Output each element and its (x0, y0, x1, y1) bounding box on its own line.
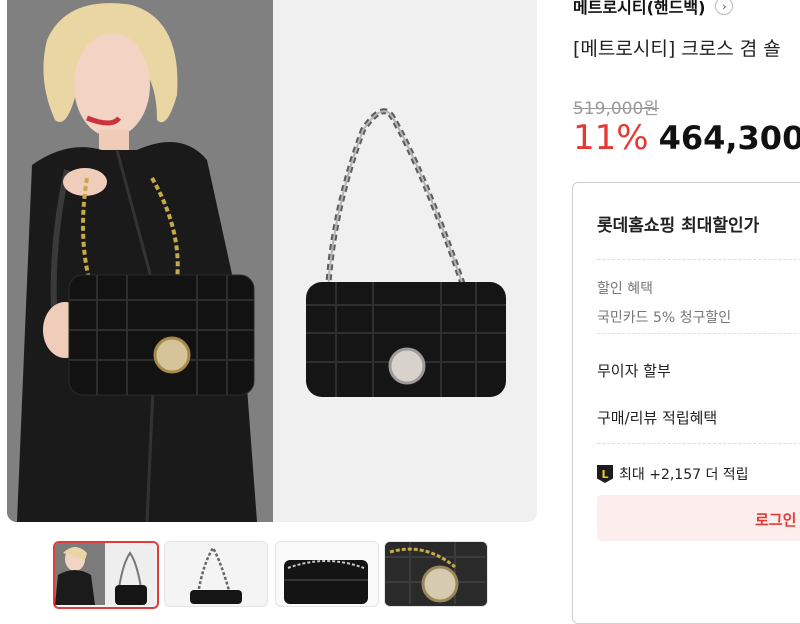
bag-illustration (273, 0, 537, 522)
max-discount-title: 롯데홈쇼핑 최대할인가 (597, 216, 760, 236)
points-badge-icon: L (597, 465, 613, 483)
bag-product-photo (273, 0, 537, 522)
product-title: [메트로시티] 크로스 겸 숄 (573, 38, 781, 60)
reward-info[interactable]: 구매/리뷰 적립혜택 (597, 407, 717, 428)
thumbnail-bag-front-view[interactable] (164, 541, 268, 607)
thumbnail-bag-inside-view[interactable] (275, 541, 379, 607)
points-row: L 최대 +2,157 더 적립 (597, 464, 749, 484)
sale-price-row: 11% 464,300 원 (573, 118, 800, 158)
discount-benefit-label: 할인 혜택 (597, 281, 653, 297)
chevron-right-icon[interactable]: › (715, 0, 734, 15)
sale-price: 464,300 (658, 119, 800, 157)
divider (597, 443, 800, 444)
thumbnail-strip (53, 541, 493, 611)
points-text: 최대 +2,157 더 적립 (619, 467, 749, 483)
thumb-bag-inside-image (276, 542, 376, 604)
brand-row[interactable]: 메트로시티(핸드백) › (573, 0, 734, 18)
divider (597, 259, 800, 260)
login-button-label: 로그인 (755, 511, 797, 529)
model-illustration (7, 0, 273, 522)
login-button[interactable]: 로그인 (597, 495, 800, 541)
original-price: 519,000원 (573, 99, 659, 119)
main-product-image[interactable] (7, 0, 537, 522)
thumb-lock-image (385, 542, 485, 604)
thumb-model-image (55, 543, 155, 605)
benefit-box: 롯데홈쇼핑 최대할인가 할인 혜택 국민카드 5% 청구할인 무이자 할부 구매… (572, 182, 800, 624)
model-photo (7, 0, 273, 522)
thumbnail-bag-lock-closeup[interactable] (384, 541, 488, 607)
thumbnail-model-with-bag[interactable] (53, 541, 159, 609)
discount-percent: 11% (573, 118, 649, 158)
card-discount-text: 국민카드 5% 청구할인 (597, 310, 732, 326)
brand-name[interactable]: 메트로시티(핸드백) (573, 0, 705, 18)
thumb-bag-front-image (165, 542, 265, 604)
divider (597, 333, 800, 334)
installment-info[interactable]: 무이자 할부 (597, 360, 671, 381)
